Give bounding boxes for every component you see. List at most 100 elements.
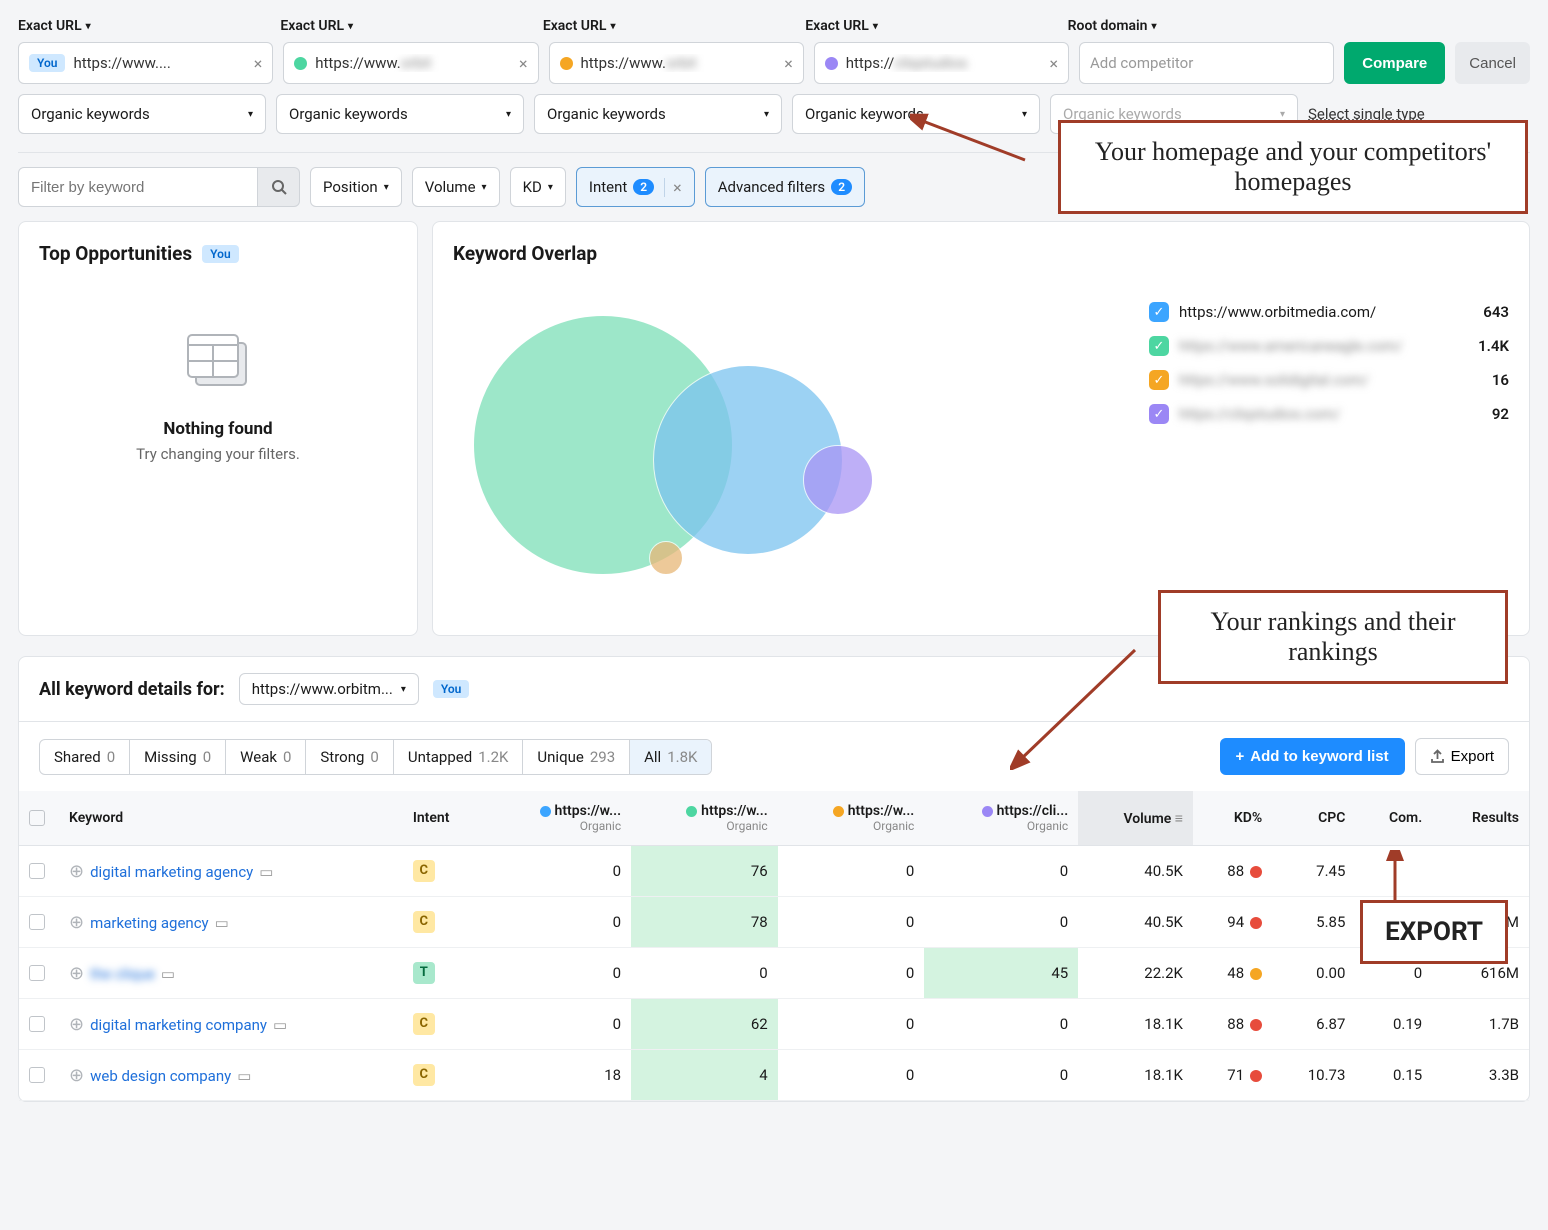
row-checkbox[interactable] bbox=[29, 1067, 45, 1083]
tab-missing[interactable]: Missing 0 bbox=[130, 740, 226, 774]
kd-filter[interactable]: KD▾ bbox=[510, 167, 566, 207]
competitor-input-2[interactable]: https://www.orbit × bbox=[283, 42, 538, 84]
col-com[interactable]: Com. bbox=[1355, 791, 1432, 846]
col-comp-2[interactable]: https://w...Organic bbox=[631, 791, 778, 846]
expand-icon[interactable]: ⊕ bbox=[69, 861, 84, 882]
tab-shared[interactable]: Shared 0 bbox=[40, 740, 130, 774]
serp-icon[interactable]: ▭ bbox=[259, 863, 273, 881]
com-cell: 0.19 bbox=[1355, 999, 1432, 1050]
legend-label: https://www.solidigital.com/ bbox=[1179, 371, 1439, 389]
rank-cell: 0 bbox=[778, 948, 925, 999]
keyword-link[interactable]: web design company bbox=[90, 1067, 231, 1085]
expand-icon[interactable]: ⊕ bbox=[69, 912, 84, 933]
expand-icon[interactable]: ⊕ bbox=[69, 963, 84, 984]
close-icon[interactable]: × bbox=[254, 54, 263, 73]
competitor-input-1[interactable]: You https://www.... × bbox=[18, 42, 273, 84]
expand-icon[interactable]: ⊕ bbox=[69, 1014, 84, 1035]
tab-strong[interactable]: Strong 0 bbox=[306, 740, 393, 774]
close-icon[interactable]: × bbox=[784, 54, 793, 73]
legend-checkbox[interactable]: ✓ bbox=[1149, 336, 1169, 356]
close-icon[interactable]: × bbox=[664, 178, 682, 197]
col-volume[interactable]: Volume ≡ bbox=[1078, 791, 1193, 846]
kd-cell: 88 bbox=[1193, 999, 1272, 1050]
keyword-link[interactable]: digital marketing agency bbox=[90, 863, 253, 881]
legend-item[interactable]: ✓ https://www.solidigital.com/ 16 bbox=[1149, 363, 1509, 397]
expand-icon[interactable]: ⊕ bbox=[69, 1065, 84, 1086]
legend-checkbox[interactable]: ✓ bbox=[1149, 302, 1169, 322]
position-filter[interactable]: Position▾ bbox=[310, 167, 402, 207]
row-checkbox[interactable] bbox=[29, 965, 45, 981]
export-button[interactable]: Export bbox=[1415, 738, 1509, 775]
volume-cell: 22.2K bbox=[1078, 948, 1193, 999]
close-icon[interactable]: × bbox=[519, 54, 528, 73]
volume-cell: 40.5K bbox=[1078, 897, 1193, 948]
rank-cell: 0 bbox=[924, 999, 1078, 1050]
keyword-link[interactable]: marketing agency bbox=[90, 914, 209, 932]
legend-item[interactable]: ✓ https://cliqstudios.com/ 92 bbox=[1149, 397, 1509, 431]
legend-label: https://www.americaneagle.com/ bbox=[1179, 337, 1439, 355]
col-keyword[interactable]: Keyword bbox=[59, 791, 403, 846]
add-keyword-list-button[interactable]: + Add to keyword list bbox=[1220, 738, 1405, 775]
tab-untapped[interactable]: Untapped 1.2K bbox=[394, 740, 524, 774]
close-icon[interactable]: × bbox=[1049, 54, 1058, 73]
serp-icon[interactable]: ▭ bbox=[161, 965, 175, 983]
legend-checkbox[interactable]: ✓ bbox=[1149, 404, 1169, 424]
volume-filter[interactable]: Volume▾ bbox=[412, 167, 500, 207]
kw-type-select-2[interactable]: Organic keywords▾ bbox=[276, 94, 524, 134]
url-type-2[interactable]: Exact URL ▾ bbox=[280, 18, 532, 34]
table-row: ⊕web design company▭C1840018.1K7110.730.… bbox=[19, 1050, 1529, 1101]
url-type-1[interactable]: Exact URL ▾ bbox=[18, 18, 270, 34]
legend-count: 1.4K bbox=[1449, 337, 1509, 355]
chevron-down-icon: ▾ bbox=[1152, 21, 1157, 32]
col-comp-4[interactable]: https://cli...Organic bbox=[924, 791, 1078, 846]
select-all-checkbox[interactable] bbox=[29, 810, 45, 826]
rank-cell: 45 bbox=[924, 948, 1078, 999]
cancel-button[interactable]: Cancel bbox=[1455, 42, 1530, 84]
rank-cell: 0 bbox=[778, 897, 925, 948]
keyword-link[interactable]: the clique bbox=[90, 965, 155, 983]
serp-icon[interactable]: ▭ bbox=[273, 1016, 287, 1034]
competitor-input-3[interactable]: https://www.orbit × bbox=[549, 42, 804, 84]
url-text: https://www.orbit bbox=[581, 54, 777, 72]
chevron-down-icon: ▾ bbox=[548, 182, 553, 193]
col-cpc[interactable]: CPC bbox=[1272, 791, 1355, 846]
url-type-5[interactable]: Root domain ▾ bbox=[1068, 18, 1320, 34]
col-intent[interactable]: Intent bbox=[403, 791, 485, 846]
kw-type-select-3[interactable]: Organic keywords▾ bbox=[534, 94, 782, 134]
search-icon bbox=[271, 179, 287, 195]
col-comp-3[interactable]: https://w...Organic bbox=[778, 791, 925, 846]
col-comp-1[interactable]: https://w...Organic bbox=[485, 791, 632, 846]
chevron-down-icon: ▾ bbox=[384, 182, 389, 193]
row-checkbox[interactable] bbox=[29, 914, 45, 930]
col-results[interactable]: Results bbox=[1432, 791, 1529, 846]
row-checkbox[interactable] bbox=[29, 863, 45, 879]
url-type-4[interactable]: Exact URL ▾ bbox=[805, 18, 1057, 34]
intent-filter[interactable]: Intent 2 × bbox=[576, 167, 695, 207]
legend-item[interactable]: ✓ https://www.americaneagle.com/ 1.4K bbox=[1149, 329, 1509, 363]
legend-item[interactable]: ✓ https://www.orbitmedia.com/ 643 bbox=[1149, 295, 1509, 329]
add-competitor-input[interactable]: Add competitor bbox=[1079, 42, 1334, 84]
keyword-link[interactable]: digital marketing company bbox=[90, 1016, 267, 1034]
table-row: ⊕marketing agency▭C0780040.5K945.850.179… bbox=[19, 897, 1529, 948]
filter-keyword-input[interactable] bbox=[18, 167, 258, 207]
tab-unique[interactable]: Unique 293 bbox=[523, 740, 630, 774]
chevron-down-icon: ▾ bbox=[348, 21, 353, 32]
legend-count: 92 bbox=[1449, 405, 1509, 423]
kw-type-select-1[interactable]: Organic keywords▾ bbox=[18, 94, 266, 134]
compare-button[interactable]: Compare bbox=[1344, 42, 1445, 84]
table-row: ⊕the clique▭T0004522.2K480.000616M bbox=[19, 948, 1529, 999]
serp-icon[interactable]: ▭ bbox=[237, 1067, 251, 1085]
competitor-input-4[interactable]: https://cliqstudios × bbox=[814, 42, 1069, 84]
col-kd[interactable]: KD% bbox=[1193, 791, 1272, 846]
tab-weak[interactable]: Weak 0 bbox=[226, 740, 306, 774]
legend-checkbox[interactable]: ✓ bbox=[1149, 370, 1169, 390]
search-button[interactable] bbox=[258, 167, 300, 207]
tab-all[interactable]: All 1.8K bbox=[630, 740, 711, 774]
url-type-3[interactable]: Exact URL ▾ bbox=[543, 18, 795, 34]
chevron-down-icon: ▾ bbox=[86, 21, 91, 32]
domain-select[interactable]: https://www.orbitm... ▾ bbox=[239, 673, 419, 705]
serp-icon[interactable]: ▭ bbox=[215, 914, 229, 932]
row-checkbox[interactable] bbox=[29, 1016, 45, 1032]
rank-cell: 0 bbox=[485, 897, 632, 948]
advanced-filter[interactable]: Advanced filters 2 bbox=[705, 167, 865, 207]
